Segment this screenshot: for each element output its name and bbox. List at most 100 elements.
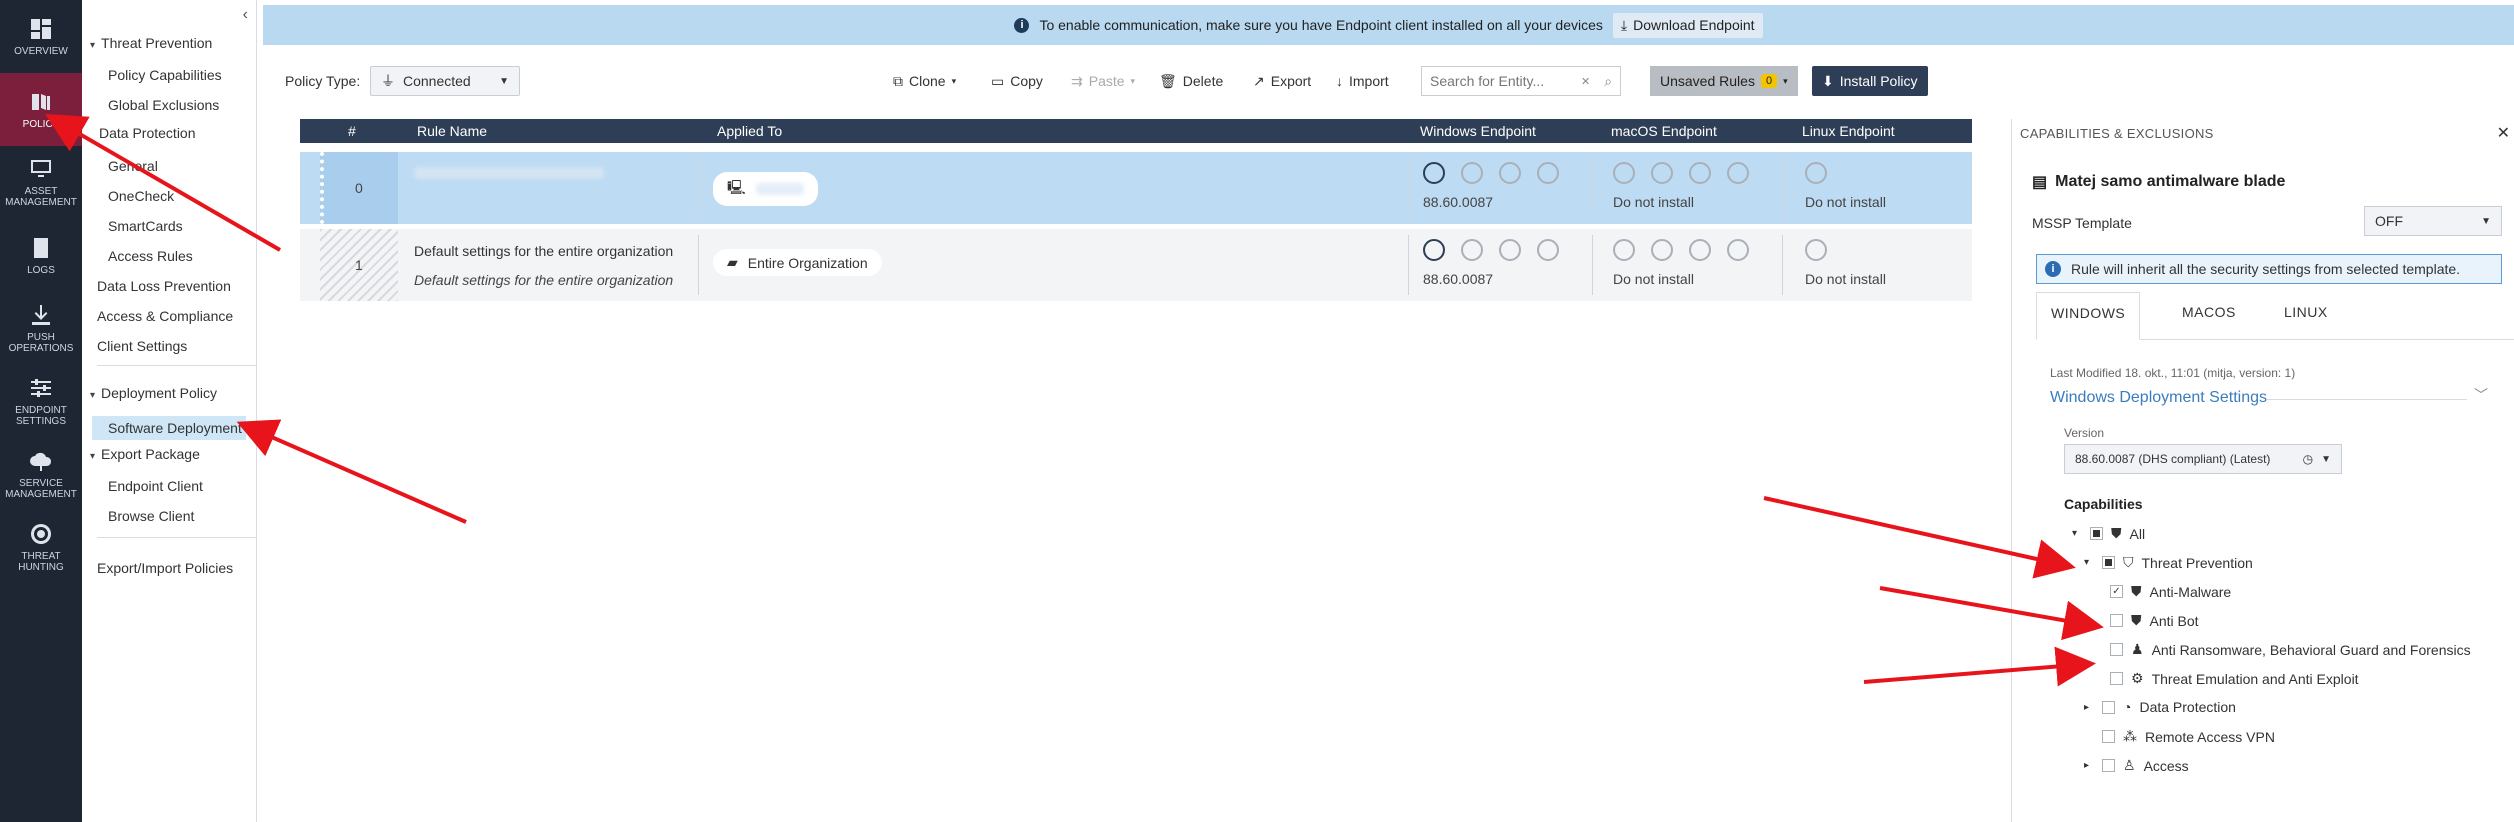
expand-icon[interactable]: ▸ (2084, 760, 2094, 771)
cap-all[interactable]: ▾ ⛊ All (2072, 525, 2145, 542)
unsaved-rules-button[interactable]: Unsaved Rules 0 ▾ (1650, 66, 1798, 96)
nav-endpoint-client[interactable]: Endpoint Client (108, 478, 203, 494)
cap-anti-bot[interactable]: ⛊ Anti Bot (2110, 612, 2199, 629)
access-icon (1727, 162, 1749, 184)
nav-policy-capabilities[interactable]: Policy Capabilities (108, 67, 222, 83)
nav-browse-client[interactable]: Browse Client (108, 508, 194, 524)
table-row[interactable]: 1 Default settings for the entire organi… (300, 229, 1972, 301)
policy-type-select[interactable]: ⏚ Connected ▼ (370, 66, 520, 96)
applied-to-pill[interactable]: ▰ Entire Organization (713, 249, 882, 276)
paste-label: Paste (1088, 73, 1125, 89)
clock-icon: ◷ (2302, 452, 2314, 466)
search-icon[interactable]: ⌕ (1604, 73, 1612, 90)
tab-windows[interactable]: WINDOWS (2036, 292, 2141, 340)
rail-logs[interactable]: LOGS (0, 219, 82, 292)
caret-down-icon: ▼ (2321, 453, 2331, 465)
table-row[interactable]: 0 🖳 88.60.0087 Do not install Do not ins… (300, 152, 1972, 224)
nav-access-compliance[interactable]: Access & Compliance (97, 308, 233, 324)
export-label: Export (1270, 73, 1312, 89)
cap-data-protection[interactable]: ▸ ◔ Data Protection (2084, 699, 2236, 715)
col-rule-name[interactable]: Rule Name (417, 123, 487, 139)
col-macos[interactable]: macOS Endpoint (1611, 123, 1717, 139)
row-num: 1 (355, 257, 363, 273)
cap-threat-prevention[interactable]: ▾ ⛉ Threat Prevention (2084, 554, 2253, 571)
rail-policy[interactable]: POLICY (0, 73, 82, 146)
checkbox[interactable] (2102, 730, 2115, 743)
paste-icon: ⇉ (1071, 72, 1083, 89)
paste-button[interactable]: ⇉ Paste ▾ (1071, 66, 1135, 96)
cap-threat-emulation[interactable]: ⚙ Threat Emulation and Anti Exploit (2110, 670, 2359, 687)
copy-label: Copy (1010, 73, 1043, 89)
windows-capability-icons (1423, 239, 1559, 261)
version-select[interactable]: 88.60.0087 (DHS compliant) (Latest) ◷ ▼ (2064, 444, 2342, 474)
nav-dlp[interactable]: Data Loss Prevention (97, 278, 231, 294)
collapse-icon[interactable]: ▾ (2072, 528, 2082, 539)
checkbox[interactable] (2102, 700, 2115, 714)
import-icon: ↓ (1336, 73, 1343, 89)
windows-deployment-settings[interactable]: Windows Deployment Settings (2050, 389, 2267, 407)
close-icon[interactable]: ✕ (2497, 123, 2510, 143)
rail-endpoint-settings[interactable]: ENDPOINT SETTINGS (0, 365, 82, 438)
export-button[interactable]: ↗ Export (1253, 66, 1311, 96)
tab-linux[interactable]: LINUX (2270, 292, 2342, 340)
computer-icon: 🖳 (727, 179, 746, 195)
delete-button[interactable]: 🗑 Delete (1159, 66, 1223, 96)
install-policy-button[interactable]: ⬇ Install Policy (1812, 66, 1928, 96)
nav-software-deployment[interactable]: Software Deployment (92, 416, 246, 440)
cap-access[interactable]: ▸ ♙ Access (2084, 757, 2189, 774)
row-name: Default settings for the entire organiza… (414, 243, 674, 259)
nav-client-settings[interactable]: Client Settings (97, 338, 187, 354)
nav-data-protection[interactable]: Data Protection (99, 125, 196, 141)
collapse-icon[interactable]: ▾ (2084, 557, 2094, 568)
mssp-select[interactable]: OFF ▼ (2364, 206, 2502, 236)
cap-anti-ransomware[interactable]: ♟ Anti Ransomware, Behavioral Guard and F… (2110, 641, 2471, 658)
rail-threat-hunting[interactable]: THREAT HUNTING (0, 511, 82, 584)
nav-general[interactable]: General (108, 158, 158, 174)
col-linux[interactable]: Linux Endpoint (1802, 123, 1895, 139)
inherit-note: i Rule will inherit all the security sett… (2036, 254, 2502, 284)
collapse-nav-icon[interactable]: ‹ (243, 6, 248, 24)
vpn-icon: ⁂ (2123, 728, 2137, 744)
copy-button[interactable]: ▭ Copy (991, 66, 1043, 96)
checkbox[interactable] (2090, 527, 2103, 540)
cap-remote-access-vpn[interactable]: ⁂ Remote Access VPN (2102, 728, 2275, 745)
checkbox-checked[interactable]: ✓ (2110, 585, 2123, 598)
chevron-down-icon[interactable]: ﹀ (2474, 385, 2488, 405)
expand-icon[interactable]: ▸ (2084, 702, 2094, 713)
rail-asset-management[interactable]: ASSET MANAGEMENT (0, 146, 82, 219)
vpn-icon (1689, 162, 1711, 184)
download-endpoint-button[interactable]: ⤓ Download Endpoint (1612, 12, 1763, 38)
shield-outline-icon: ⛉ (2123, 554, 2134, 570)
rail-overview[interactable]: OVERVIEW (0, 0, 82, 73)
nav-global-exclusions[interactable]: Global Exclusions (108, 97, 219, 113)
col-applied-to[interactable]: Applied To (717, 123, 782, 139)
checkbox[interactable] (2102, 759, 2115, 772)
nav-access-rules[interactable]: Access Rules (108, 248, 193, 264)
download-endpoint-label: Download Endpoint (1633, 17, 1755, 33)
nav-onecheck[interactable]: OneCheck (108, 188, 174, 204)
clone-button[interactable]: ⧉ Clone ▾ (893, 66, 956, 96)
rail-push-operations[interactable]: PUSH OPERATIONS (0, 292, 82, 365)
nav-deployment-policy[interactable]: Deployment Policy (90, 385, 217, 401)
clone-icon: ⧉ (893, 72, 903, 89)
nav-smartcards[interactable]: SmartCards (108, 218, 183, 234)
clear-icon[interactable]: ✕ (1581, 75, 1590, 88)
tab-macos[interactable]: MACOS (2168, 292, 2250, 340)
checkbox[interactable] (2110, 643, 2123, 656)
applied-to-pill[interactable]: 🖳 (713, 172, 818, 206)
nav-threat-prevention[interactable]: Threat Prevention (90, 35, 212, 51)
antibot-icon (1651, 239, 1673, 261)
checkbox[interactable] (2102, 556, 2115, 569)
nav-export-package[interactable]: Export Package (90, 446, 200, 462)
checkbox[interactable] (2110, 672, 2123, 685)
cap-anti-malware[interactable]: ✓ ⛊ Anti-Malware (2110, 583, 2231, 600)
antibot-icon (1651, 162, 1673, 184)
access-icon (1537, 239, 1559, 261)
search-input[interactable] (1430, 73, 1575, 89)
rail-service-management[interactable]: SERVICE MANAGEMENT (0, 438, 82, 511)
import-button[interactable]: ↓ Import (1336, 66, 1389, 96)
nav-export-import[interactable]: Export/Import Policies (97, 560, 233, 576)
col-windows[interactable]: Windows Endpoint (1420, 123, 1536, 139)
copy-icon: ▭ (991, 72, 1005, 89)
checkbox[interactable] (2110, 614, 2123, 627)
